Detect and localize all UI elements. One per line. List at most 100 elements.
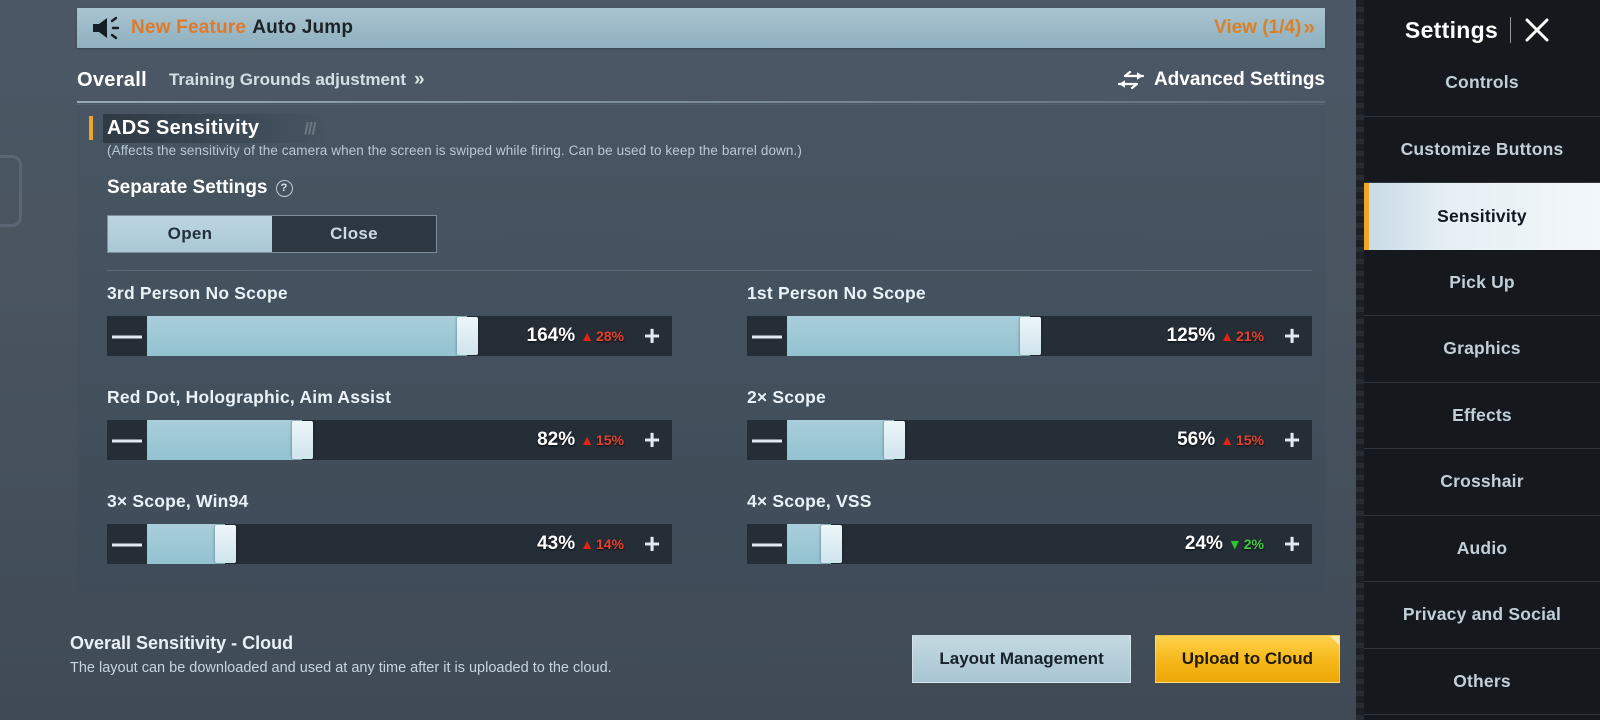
sidebar-item-controls[interactable]: Controls — [1364, 50, 1600, 117]
toggle-open-button[interactable]: Open — [108, 216, 272, 252]
tab-overall[interactable]: Overall — [77, 69, 147, 92]
increase-button[interactable]: + — [1272, 524, 1312, 564]
toggle-close-button[interactable]: Close — [272, 216, 436, 252]
slider-knob[interactable] — [883, 421, 905, 459]
sidebar-item-crosshair[interactable]: Crosshair — [1364, 449, 1600, 516]
close-icon[interactable] — [1523, 16, 1551, 44]
decrease-button[interactable]: — — [747, 316, 787, 356]
view-label: View (1/4) — [1214, 17, 1302, 38]
slider-track[interactable]: 56% ▲ 15% — [787, 420, 1272, 460]
sidebar-menu: Controls Customize Buttons Sensitivity P… — [1364, 50, 1600, 715]
help-icon[interactable]: ? — [275, 179, 293, 197]
section-description: (Affects the sensitivity of the camera w… — [107, 143, 802, 158]
slider-fill — [787, 420, 894, 460]
slider-track[interactable]: 125% ▲ 21% — [787, 316, 1272, 356]
decrease-button[interactable]: — — [107, 420, 147, 460]
sensitivity-slider-grid: 3rd Person No Scope — 164% ▲ 28% + 1st P… — [107, 283, 1312, 583]
decrease-button[interactable]: — — [107, 316, 147, 356]
slider-readout: 56% ▲ 15% — [1177, 429, 1264, 451]
slider-control: — 125% ▲ 21% + — [747, 314, 1312, 358]
tab-training-label: Training Grounds adjustment — [168, 70, 407, 89]
sidebar-item-effects[interactable]: Effects — [1364, 383, 1600, 449]
tab-training-grounds[interactable]: Training Grounds adjustment » — [168, 69, 424, 91]
increase-button[interactable]: + — [1272, 420, 1312, 460]
slider-track[interactable]: 43% ▲ 14% — [147, 524, 632, 564]
slider-row: Red Dot, Holographic, Aim Assist — 82% ▲… — [107, 387, 672, 491]
slider-value: 164% — [526, 325, 576, 346]
slider-row: 1st Person No Scope — 125% ▲ 21% + — [747, 283, 1312, 387]
card-divider — [107, 270, 1312, 271]
slider-value: 82% — [537, 429, 576, 450]
sidebar-item-sensitivity[interactable]: Sensitivity — [1364, 183, 1600, 250]
slider-value: 56% — [1177, 429, 1216, 450]
slider-fill — [147, 524, 225, 564]
slider-knob[interactable] — [820, 525, 842, 563]
section-accent-bar — [89, 116, 93, 140]
slider-control: — 24% ▼ 2% + — [747, 522, 1312, 566]
footer-title: Overall Sensitivity - Cloud — [70, 633, 294, 653]
announcement-feature-name: Auto Jump — [252, 17, 354, 38]
increase-button[interactable]: + — [1272, 316, 1312, 356]
sidebar-item-others[interactable]: Others — [1364, 649, 1600, 715]
arrow-up-icon: ▲ — [580, 536, 594, 552]
slider-value: 43% — [537, 533, 576, 554]
separate-settings-label: Separate Settings — [107, 177, 268, 198]
slider-label: 3× Scope, Win94 — [107, 491, 249, 511]
increase-button[interactable]: + — [632, 524, 672, 564]
ads-sensitivity-card: ADS Sensitivity /// (Affects the sensiti… — [77, 104, 1325, 591]
slider-label: 4× Scope, VSS — [747, 491, 872, 511]
decrease-button[interactable]: — — [747, 524, 787, 564]
slider-control: — 43% ▲ 14% + — [107, 522, 672, 566]
sidebar-item-graphics[interactable]: Graphics — [1364, 316, 1600, 383]
slider-knob[interactable] — [1019, 317, 1041, 355]
slider-fill — [147, 316, 468, 356]
announcement-banner[interactable]: New Feature Auto Jump View (1/4) » — [77, 8, 1325, 48]
tab-row: Overall Training Grounds adjustment » Ad… — [77, 58, 1325, 102]
slider-row: 4× Scope, VSS — 24% ▼ 2% + — [747, 491, 1312, 595]
new-feature-badge: New Feature — [131, 17, 247, 38]
separate-settings-toggle: Open Close — [107, 215, 437, 253]
slider-readout: 125% ▲ 21% — [1167, 325, 1265, 347]
slider-readout: 43% ▲ 14% — [537, 533, 624, 555]
slider-knob[interactable] — [457, 317, 479, 355]
slider-label: Red Dot, Holographic, Aim Assist — [107, 387, 392, 407]
slider-delta: 28% — [595, 328, 624, 344]
slider-readout: 164% ▲ 28% — [527, 325, 625, 347]
slider-track[interactable]: 164% ▲ 28% — [147, 316, 632, 356]
increase-button[interactable]: + — [632, 420, 672, 460]
upload-to-cloud-button[interactable]: Upload to Cloud — [1154, 635, 1340, 683]
arrow-up-icon: ▲ — [1220, 328, 1234, 344]
slider-row: 2× Scope — 56% ▲ 15% + — [747, 387, 1312, 491]
slider-knob[interactable] — [214, 525, 236, 563]
slider-control: — 164% ▲ 28% + — [107, 314, 672, 358]
slider-control: — 56% ▲ 15% + — [747, 418, 1312, 462]
settings-screen: New Feature Auto Jump View (1/4) » Overal… — [0, 0, 1600, 720]
slider-track[interactable]: 82% ▲ 15% — [147, 420, 632, 460]
sidebar-item-pick-up[interactable]: Pick Up — [1364, 250, 1600, 316]
footer-buttons: Layout Management Upload to Cloud — [912, 635, 1340, 683]
sidebar-item-customize-buttons[interactable]: Customize Buttons — [1364, 117, 1600, 183]
section-title: ADS Sensitivity — [107, 116, 260, 139]
slider-fill — [787, 316, 1030, 356]
main-content: New Feature Auto Jump View (1/4) » Overal… — [60, 0, 1356, 720]
sidebar-title: Settings — [1404, 16, 1499, 43]
left-decorative-bracket — [0, 155, 22, 227]
footer: Overall Sensitivity - Cloud The layout c… — [70, 600, 1350, 710]
sidebar-item-privacy-and-social[interactable]: Privacy and Social — [1364, 582, 1600, 649]
sidebar-header: Settings — [1356, 6, 1600, 54]
slider-label: 2× Scope — [747, 387, 826, 407]
arrow-down-icon: ▼ — [1227, 536, 1242, 552]
arrow-up-icon: ▲ — [1220, 432, 1234, 448]
decrease-button[interactable]: — — [107, 524, 147, 564]
view-chevron-icon: » — [1303, 16, 1315, 39]
advanced-settings-label: Advanced Settings — [1153, 69, 1325, 90]
increase-button[interactable]: + — [632, 316, 672, 356]
slider-knob[interactable] — [292, 421, 314, 459]
view-link[interactable]: View (1/4) » — [1214, 16, 1315, 40]
decrease-button[interactable]: — — [747, 420, 787, 460]
layout-management-button[interactable]: Layout Management — [912, 635, 1131, 683]
sidebar-torn-edge — [1356, 0, 1364, 720]
slider-track[interactable]: 24% ▼ 2% — [787, 524, 1272, 564]
advanced-settings-button[interactable]: Advanced Settings — [1117, 69, 1325, 91]
sidebar-item-audio[interactable]: Audio — [1364, 516, 1600, 582]
